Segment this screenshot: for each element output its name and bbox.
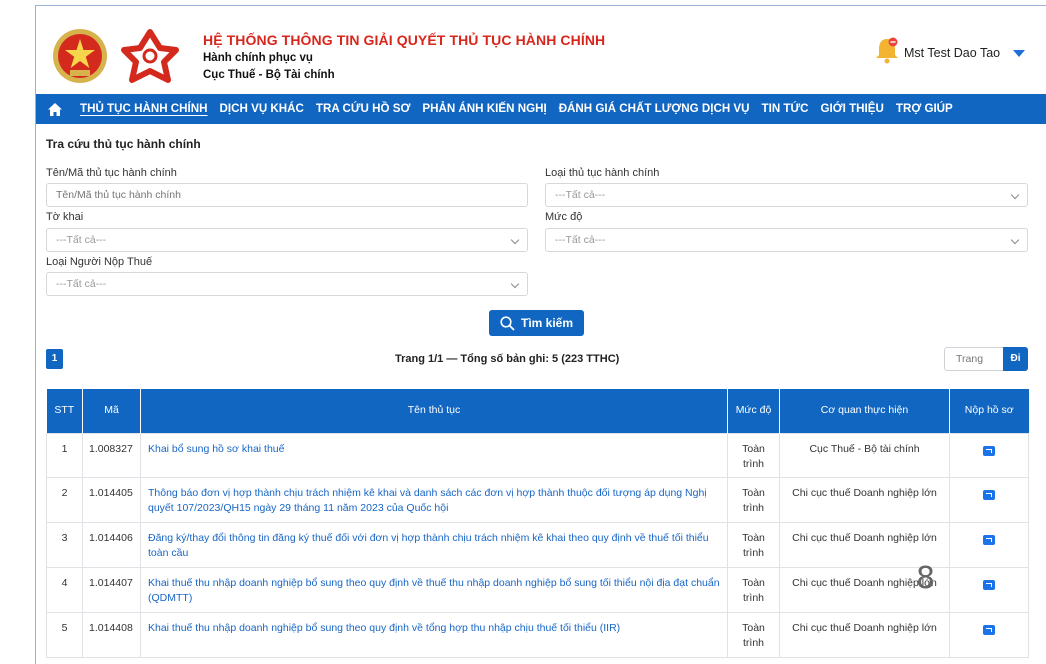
row-stt: 5 bbox=[46, 611, 83, 658]
row-level: Toàn trình bbox=[727, 611, 780, 658]
form-select-value: ---Tất cả--- bbox=[56, 234, 107, 246]
goto-page-input[interactable] bbox=[944, 347, 1004, 371]
row-level: Toàn trình bbox=[727, 432, 780, 478]
search-button-label: Tìm kiếm bbox=[520, 316, 574, 330]
row-stt: 2 bbox=[46, 476, 83, 523]
col-code: Mã bbox=[82, 389, 141, 433]
name-search-input[interactable] bbox=[46, 183, 528, 207]
form-label: Tờ khai bbox=[46, 211, 84, 223]
tax-department-logo-icon[interactable] bbox=[120, 26, 180, 86]
notification-bell-icon[interactable] bbox=[874, 36, 900, 64]
row-stt: 4 bbox=[46, 566, 83, 613]
user-dropdown-caret-icon[interactable] bbox=[1013, 50, 1025, 57]
row-code: 1.014405 bbox=[82, 476, 141, 523]
col-name: Tên thủ tục bbox=[140, 389, 728, 433]
row-stt: 3 bbox=[46, 521, 83, 568]
submit-file-icon[interactable] bbox=[983, 579, 995, 590]
row-submit-cell bbox=[949, 476, 1029, 523]
row-code: 1.008327 bbox=[82, 432, 141, 478]
row-code: 1.014408 bbox=[82, 611, 141, 658]
row-level: Toàn trình bbox=[727, 521, 780, 568]
type-select-value: ---Tất cả--- bbox=[555, 189, 606, 201]
chevron-down-icon bbox=[510, 235, 520, 245]
row-procedure-link[interactable]: Khai thuế thu nhập doanh nghiệp bổ sung … bbox=[140, 611, 728, 658]
nav-tin-tuc[interactable]: TIN TỨC bbox=[756, 94, 815, 124]
name-label: Tên/Mã thủ tục hành chính bbox=[46, 167, 177, 179]
col-level: Mức độ bbox=[727, 389, 780, 433]
level-select-value: ---Tất cả--- bbox=[555, 234, 606, 246]
pagination-info: Trang 1/1 — Tổng số bản ghi: 5 (223 TTHC… bbox=[395, 353, 620, 365]
col-agency: Cơ quan thực hiện bbox=[779, 389, 950, 433]
page-1-button[interactable]: 1 bbox=[46, 349, 63, 369]
procedures-table: STT Mã Tên thủ tục Mức độ Cơ quan thực h… bbox=[46, 389, 1029, 658]
row-code: 1.014406 bbox=[82, 521, 141, 568]
taxpayer-label: Loại Người Nộp Thuế bbox=[46, 256, 153, 268]
search-icon bbox=[500, 315, 515, 331]
chevron-down-icon bbox=[1010, 190, 1020, 200]
type-label: Loại thủ tục hành chính bbox=[545, 167, 660, 179]
nav-dich-vu-khac[interactable]: DỊCH VỤ KHÁC bbox=[214, 94, 310, 124]
national-emblem-icon[interactable] bbox=[50, 26, 110, 86]
user-menu[interactable]: Mst Test Dao Tao bbox=[904, 46, 1000, 60]
row-procedure-link[interactable]: Đăng ký/thay đổi thông tin đăng ký thuế … bbox=[140, 521, 728, 568]
nav-tra-cuu-ho-so[interactable]: TRA CỨU HỒ SƠ bbox=[310, 94, 416, 124]
level-select[interactable]: ---Tất cả--- bbox=[545, 228, 1028, 252]
nav-danh-gia-chat-luong[interactable]: ĐÁNH GIÁ CHẤT LƯỢNG DỊCH VỤ bbox=[553, 94, 756, 124]
submit-file-icon[interactable] bbox=[983, 489, 995, 500]
row-agency: Cục Thuế - Bộ tài chính bbox=[779, 432, 950, 478]
chevron-down-icon bbox=[1010, 235, 1020, 245]
submit-file-icon[interactable] bbox=[983, 534, 995, 545]
system-subtitle: Hành chính phục vụ bbox=[203, 52, 313, 64]
row-level: Toàn trình bbox=[727, 566, 780, 613]
submit-file-icon[interactable] bbox=[983, 624, 995, 635]
row-submit-cell bbox=[949, 432, 1029, 478]
table-row: 3 1.014406 Đăng ký/thay đổi thông tin đă… bbox=[46, 521, 1029, 568]
site-header: HỆ THỐNG THÔNG TIN GIẢI QUYẾT THỦ TỤC HÀ… bbox=[36, 6, 1046, 94]
table-row: 1 1.008327 Khai bổ sung hồ sơ khai thuế … bbox=[46, 432, 1029, 478]
taxpayer-select[interactable]: ---Tất cả--- bbox=[46, 272, 528, 296]
row-agency: Chi cục thuế Doanh nghiệp lớn bbox=[779, 611, 950, 658]
nav-phan-anh-kien-nghi[interactable]: PHẢN ÁNH KIẾN NGHỊ bbox=[416, 94, 552, 124]
row-submit-cell bbox=[949, 611, 1029, 658]
table-row: 4 1.014407 Khai thuế thu nhập doanh nghi… bbox=[46, 566, 1029, 613]
chevron-down-icon bbox=[510, 279, 520, 289]
row-level: Toàn trình bbox=[727, 476, 780, 523]
nav-thu-tuc-hanh-chinh[interactable]: THỦ TỤC HÀNH CHÍNH bbox=[74, 94, 214, 124]
agency-name: Cục Thuế - Bộ Tài chính bbox=[203, 69, 335, 81]
system-title: HỆ THỐNG THÔNG TIN GIẢI QUYẾT THỦ TỤC HÀ… bbox=[203, 32, 606, 48]
col-stt: STT bbox=[46, 389, 83, 433]
form-select[interactable]: ---Tất cả--- bbox=[46, 228, 528, 252]
overlay-number: 8 bbox=[916, 561, 936, 596]
type-select[interactable]: ---Tất cả--- bbox=[545, 183, 1028, 207]
row-procedure-link[interactable]: Thông báo đơn vị hợp thành chịu trách nh… bbox=[140, 476, 728, 523]
goto-page-button[interactable]: Đi bbox=[1003, 347, 1028, 371]
table-row: 5 1.014408 Khai thuế thu nhập doanh nghi… bbox=[46, 611, 1029, 658]
row-procedure-link[interactable]: Khai bổ sung hồ sơ khai thuế bbox=[140, 432, 728, 478]
level-label: Mức độ bbox=[545, 211, 583, 223]
row-code: 1.014407 bbox=[82, 566, 141, 613]
row-procedure-link[interactable]: Khai thuế thu nhập doanh nghiệp bổ sung … bbox=[140, 566, 728, 613]
col-submit: Nộp hồ sơ bbox=[949, 389, 1029, 433]
nav-gioi-thieu[interactable]: GIỚI THIỆU bbox=[815, 94, 890, 124]
nav-tro-giup[interactable]: TRỢ GIÚP bbox=[890, 94, 959, 124]
table-row: 2 1.014405 Thông báo đơn vị hợp thành ch… bbox=[46, 476, 1029, 523]
taxpayer-select-value: ---Tất cả--- bbox=[56, 278, 107, 290]
search-panel-title: Tra cứu thủ tục hành chính bbox=[46, 137, 201, 151]
main-nav: THỦ TỤC HÀNH CHÍNH DỊCH VỤ KHÁC TRA CỨU … bbox=[36, 94, 1046, 124]
row-submit-cell bbox=[949, 521, 1029, 568]
search-button[interactable]: Tìm kiếm bbox=[489, 310, 584, 336]
row-stt: 1 bbox=[46, 432, 83, 478]
row-submit-cell bbox=[949, 566, 1029, 613]
table-header-row: STT Mã Tên thủ tục Mức độ Cơ quan thực h… bbox=[46, 389, 1029, 433]
submit-file-icon[interactable] bbox=[983, 445, 995, 456]
row-agency: Chi cục thuế Doanh nghiệp lớn bbox=[779, 476, 950, 523]
home-icon[interactable] bbox=[36, 94, 74, 124]
